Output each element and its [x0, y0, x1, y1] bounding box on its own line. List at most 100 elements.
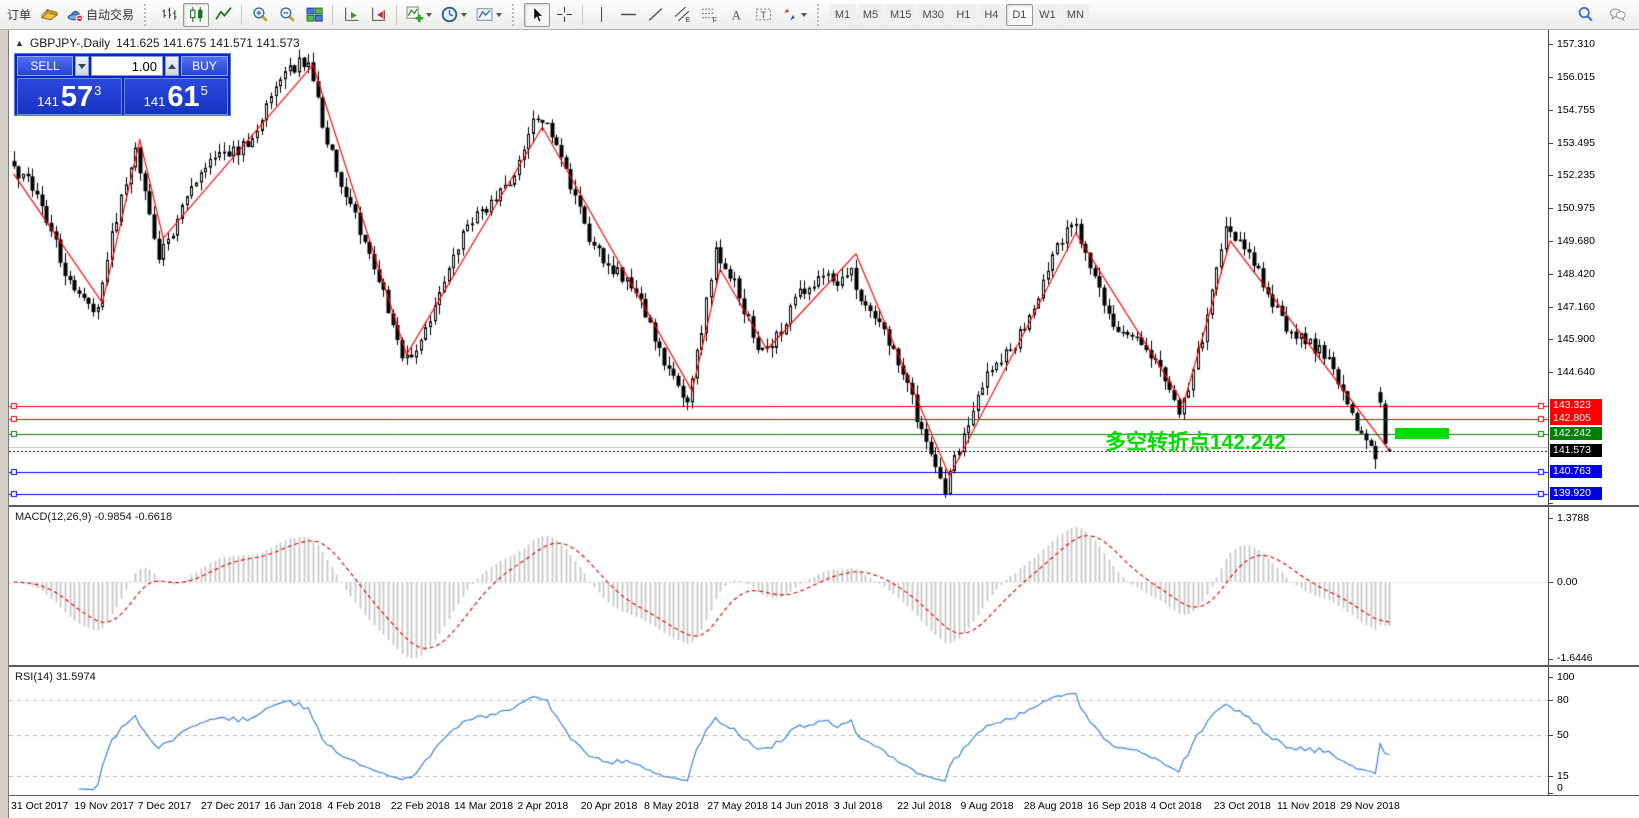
price-level-badge: 139.920 — [1550, 487, 1602, 500]
timeframe-h1-button[interactable]: H1 — [950, 4, 977, 26]
channel-icon: E — [674, 6, 691, 23]
periods-dropdown[interactable] — [437, 3, 471, 27]
gold-icon — [41, 6, 58, 23]
chart-shift-button[interactable] — [365, 3, 391, 27]
rsi-tick-mark — [1549, 776, 1553, 777]
volume-input[interactable] — [91, 56, 163, 76]
bar-chart-icon — [161, 6, 178, 23]
price-tick-label: 157.310 — [1557, 38, 1595, 50]
volume-increase-button[interactable] — [165, 56, 179, 76]
indicators-dropdown[interactable] — [402, 3, 436, 27]
cursor-button[interactable] — [524, 3, 550, 27]
text-button[interactable]: A — [723, 3, 749, 27]
price-tick-mark — [1549, 44, 1553, 45]
timeframe-d1-button[interactable]: D1 — [1006, 4, 1033, 26]
indicators-icon — [406, 6, 423, 23]
timeframe-w1-button[interactable]: W1 — [1034, 4, 1061, 26]
timeframe-m30-button[interactable]: M30 — [917, 4, 948, 26]
rsi-tick-mark — [1549, 793, 1553, 794]
sell-button[interactable]: SELL — [17, 56, 73, 76]
time-axis-label: 3 Jul 2018 — [834, 800, 882, 812]
timeframe-mn-button[interactable]: MN — [1062, 4, 1089, 26]
macd-axis[interactable]: 1.37880.00-1.6446 — [1548, 507, 1639, 665]
price-tick-mark — [1549, 307, 1553, 308]
chart-symbol-title: GBPJPY-,Daily — [30, 36, 110, 50]
search-button[interactable] — [1572, 3, 1598, 27]
trendline-button[interactable] — [642, 3, 668, 27]
crosshair-button[interactable] — [551, 3, 577, 27]
horizontal-line-button[interactable] — [615, 3, 641, 27]
candlestick-chart-button[interactable] — [183, 3, 209, 27]
gold-quick-trade-button[interactable] — [36, 3, 62, 27]
rsi-label: RSI(14) 31.5974 — [15, 671, 96, 683]
timeframe-m5-button[interactable]: M5 — [857, 4, 884, 26]
time-axis-label: 31 Oct 2017 — [11, 800, 68, 812]
time-axis-label: 14 Jun 2018 — [771, 800, 829, 812]
macd-tick-label: -1.6446 — [1557, 652, 1593, 664]
price-tick-label: 147.160 — [1557, 301, 1595, 313]
price-level-badge: 140.763 — [1550, 465, 1602, 478]
buy-button[interactable]: BUY — [181, 56, 228, 76]
time-axis-label: 11 Nov 2018 — [1277, 800, 1336, 812]
templates-dropdown[interactable] — [472, 3, 506, 27]
collapse-trade-panel-icon[interactable]: ▲ — [15, 38, 24, 48]
auto-scroll-icon — [343, 6, 360, 23]
price-tick-label: 144.640 — [1557, 366, 1595, 378]
time-axis-label: 22 Feb 2018 — [391, 800, 450, 812]
pivot-highlight-rectangle[interactable] — [1395, 428, 1449, 439]
fibo-icon: F — [701, 6, 718, 23]
timeframe-h4-button[interactable]: H4 — [978, 4, 1005, 26]
macd-canvas[interactable] — [9, 507, 1548, 665]
rsi-canvas[interactable] — [9, 667, 1548, 795]
auto-trading-button[interactable]: 自动交易 — [63, 3, 138, 27]
new-order-button[interactable]: 订单 — [3, 3, 35, 27]
price-tick-mark — [1549, 77, 1553, 78]
zoom-out-icon — [279, 6, 296, 23]
macd-tick-mark — [1549, 582, 1553, 583]
toolbar-separator — [396, 5, 397, 25]
price-axis[interactable]: 157.310156.015154.755153.495152.235150.9… — [1548, 30, 1639, 505]
chat-button[interactable] — [1604, 3, 1630, 27]
bar-chart-button[interactable] — [156, 3, 182, 27]
text-label-button[interactable]: T — [750, 3, 776, 27]
rsi-tick-label: 100 — [1557, 671, 1575, 683]
price-level-badge: 143.323 — [1550, 399, 1602, 412]
price-tick-label: 154.755 — [1557, 104, 1595, 116]
current-price-badge: 141.573 — [1550, 444, 1602, 457]
macd-tick-label: 0.00 — [1557, 576, 1577, 588]
zoom-out-button[interactable] — [274, 3, 300, 27]
time-axis-label: 19 Nov 2017 — [74, 800, 134, 812]
auto-scroll-button[interactable] — [338, 3, 364, 27]
buy-price-sup: 5 — [201, 83, 208, 98]
line-chart-button[interactable] — [210, 3, 236, 27]
vertical-line-button[interactable] — [588, 3, 614, 27]
price-tick-mark — [1549, 274, 1553, 275]
arrows-dropdown[interactable] — [777, 3, 811, 27]
dropdown-caret-icon — [801, 13, 807, 17]
timeframe-m15-button[interactable]: M15 — [885, 4, 916, 26]
toolbar-separator — [241, 5, 242, 25]
tile-windows-button[interactable] — [301, 3, 327, 27]
pivot-annotation-text[interactable]: 多空转折点142.242 — [1105, 426, 1286, 456]
macd-tick-mark — [1549, 518, 1553, 519]
candlestick-chart-canvas[interactable] — [9, 30, 1548, 505]
time-axis[interactable]: 31 Oct 201719 Nov 20177 Dec 201727 Dec 2… — [9, 795, 1639, 818]
triangle-down-icon — [78, 64, 86, 69]
toolbar-separator — [582, 5, 583, 25]
trendline-icon — [647, 6, 664, 23]
price-level-badge: 142.242 — [1550, 427, 1602, 440]
equidistant-channel-button[interactable]: E — [669, 3, 695, 27]
price-tick-label: 150.975 — [1557, 202, 1595, 214]
sell-price-button[interactable]: 141573 — [17, 78, 122, 115]
buy-price-button[interactable]: 141615 — [124, 78, 229, 115]
fibonacci-button[interactable]: F — [696, 3, 722, 27]
tile-icon — [306, 6, 323, 23]
toolbar-grip — [512, 4, 519, 26]
rsi-axis[interactable]: 1008050150 — [1548, 667, 1639, 795]
zoom-in-button[interactable] — [247, 3, 273, 27]
dropdown-caret-icon — [496, 13, 502, 17]
timeframe-m1-button[interactable]: M1 — [829, 4, 856, 26]
volume-decrease-button[interactable] — [75, 56, 89, 76]
crosshair-icon — [556, 6, 573, 23]
price-level-badge: 142.805 — [1550, 412, 1602, 425]
